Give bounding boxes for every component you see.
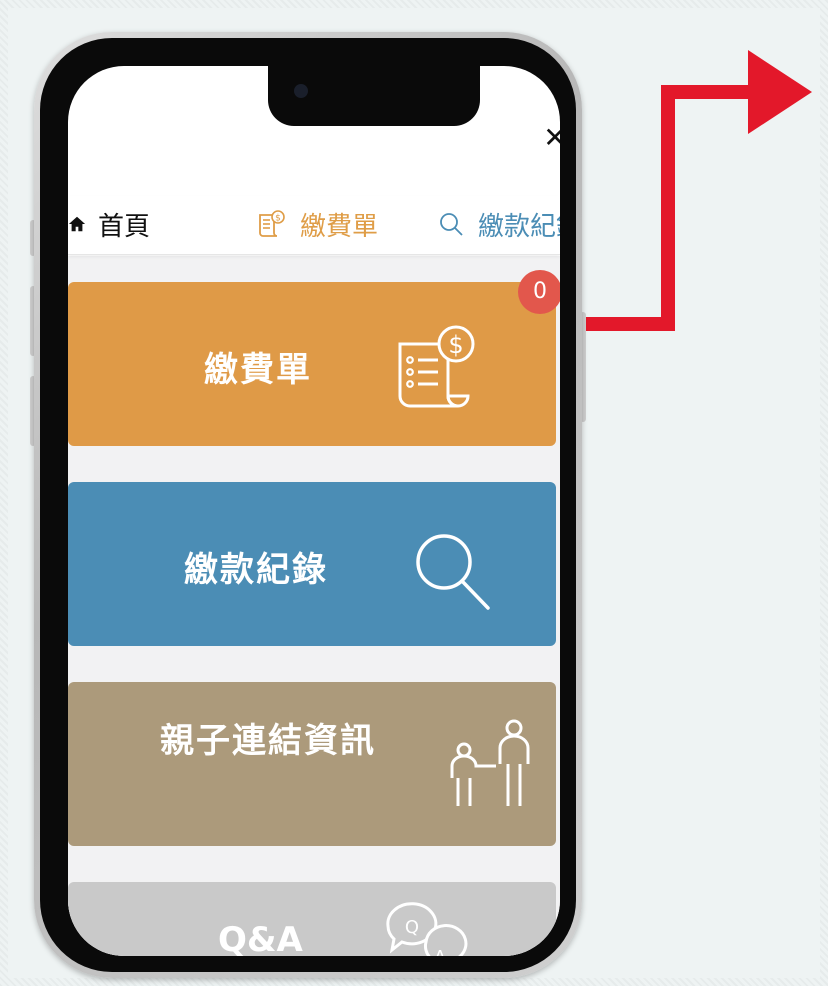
bill-count-badge: 0 — [518, 270, 560, 314]
parent-link-card-label: 親子連結資訊 — [160, 721, 376, 761]
family-icon — [450, 719, 530, 806]
svg-text:$: $ — [448, 331, 463, 359]
bill-card-label: 繳費單 — [204, 350, 312, 390]
svg-text:A: A — [434, 947, 447, 956]
svg-text:$: $ — [275, 214, 281, 224]
svg-text:Q: Q — [405, 917, 419, 938]
records-card[interactable]: 繳款紀錄 — [68, 482, 556, 646]
nav-records-label: 繳款紀錄 — [478, 211, 560, 242]
qa-bubbles-icon: Q A — [386, 902, 468, 956]
close-button[interactable]: ✕ — [540, 124, 560, 154]
top-nav: 首頁 $ 繳費單 繳款紀 — [68, 196, 560, 255]
search-icon — [416, 534, 490, 610]
nav-item-home[interactable]: 首頁 — [68, 206, 150, 242]
parent-link-card[interactable]: 親子連結資訊 — [68, 682, 556, 846]
home-icon — [68, 216, 86, 232]
camera-icon — [294, 84, 308, 98]
nav-bill-label: 繳費單 — [300, 211, 379, 242]
phone-frame: ✕ 首頁 $ 繳費單 繳款紀 繳費單 $ 0 繳款紀錄 親子連結資訊 Q&A Q… — [34, 32, 582, 978]
nav-item-records[interactable]: 繳款紀錄 — [438, 206, 560, 242]
main-content: 繳費單 $ 0 繳款紀錄 親子連結資訊 Q&A Q A — [68, 256, 560, 956]
bill-card[interactable]: 繳費單 $ 0 — [68, 270, 560, 446]
bill-icon: $ — [398, 325, 475, 408]
close-icon: ✕ — [543, 121, 560, 154]
bill-icon: $ — [259, 210, 285, 237]
records-card-label: 繳款紀錄 — [184, 550, 328, 590]
phone-bezel: ✕ 首頁 $ 繳費單 繳款紀 繳費單 $ 0 繳款紀錄 親子連結資訊 Q&A Q… — [40, 38, 576, 972]
qa-card-label: Q&A — [218, 920, 303, 956]
nav-item-bill[interactable]: $ 繳費單 — [256, 206, 378, 242]
qa-card[interactable]: Q&A Q A — [68, 882, 556, 956]
nav-home-label: 首頁 — [98, 211, 151, 242]
search-icon — [440, 213, 463, 236]
phone-screen: ✕ 首頁 $ 繳費單 繳款紀 繳費單 $ 0 繳款紀錄 親子連結資訊 Q&A Q… — [68, 66, 560, 956]
phone-notch — [268, 66, 480, 126]
